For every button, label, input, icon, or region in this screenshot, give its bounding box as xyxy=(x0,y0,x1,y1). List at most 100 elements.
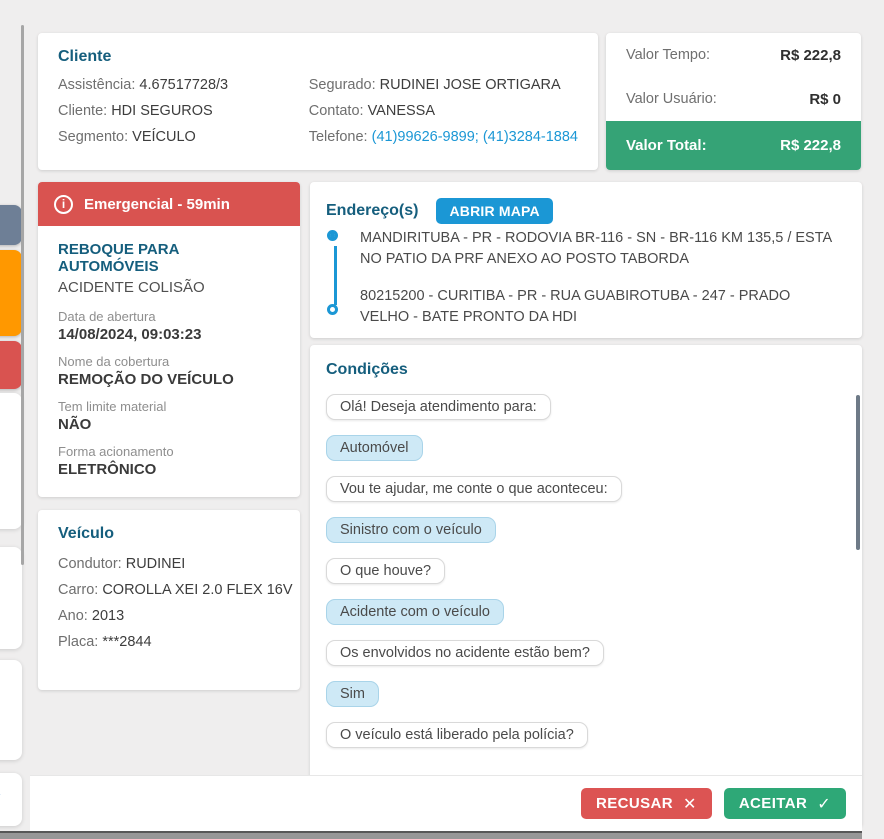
client-card: Cliente Assistência: 4.67517728/3 Client… xyxy=(38,33,598,170)
chat-message-user: Sim xyxy=(326,681,379,707)
urgency-badge-label: Emergencial - 59min xyxy=(84,196,230,213)
detail-value: REMOÇÃO DO VEÍCULO xyxy=(58,371,280,388)
chat-message-user: Automóvel xyxy=(326,435,423,461)
detail-material-limit: Tem limite material NÃO xyxy=(58,399,280,433)
detail-label: Nome da cobertura xyxy=(58,354,280,369)
detail-coverage: Nome da cobertura REMOÇÃO DO VEÍCULO xyxy=(58,354,280,388)
client-fields-right: Segurado: RUDINEI JOSE ORTIGARA Contato:… xyxy=(309,77,578,155)
assistance-field: Assistência: 4.67517728/3 xyxy=(58,77,309,93)
driver-field: Condutor: RUDINEI xyxy=(58,556,280,572)
detail-label: Data de abertura xyxy=(58,309,280,324)
urgency-badge: i Emergencial - 59min xyxy=(38,182,300,226)
field-value: ***2844 xyxy=(102,634,151,650)
field-label: Contato: xyxy=(309,103,364,119)
reject-button[interactable]: RECUSAR ✕ xyxy=(581,788,712,819)
field-label: Telefone: xyxy=(309,129,368,145)
page-scrollbar[interactable] xyxy=(21,25,24,565)
field-value: COROLLA XEI 2.0 FLEX 16V xyxy=(102,582,292,598)
service-name: REBOQUE PARA AUTOMÓVEIS xyxy=(58,241,280,275)
bottom-window-edge xyxy=(0,831,862,839)
accept-button-label: ACEITAR xyxy=(739,795,807,812)
service-card: i Emergencial - 59min REBOQUE PARA AUTOM… xyxy=(38,182,300,497)
field-label: Cliente: xyxy=(58,103,107,119)
billing-row-time: Valor Tempo: R$ 222,8 xyxy=(606,33,861,77)
chat-message-bot: O veículo está liberado pela polícia? xyxy=(326,722,588,748)
address-header: Endereço(s) ABRIR MAPA xyxy=(326,198,846,224)
address-card: Endereço(s) ABRIR MAPA MANDIRITUBA - PR … xyxy=(310,182,862,338)
chat-scrollbar[interactable] xyxy=(856,395,860,550)
vehicle-card-title: Veículo xyxy=(58,525,280,543)
conditions-card: Condições Olá! Deseja atendimento para: … xyxy=(310,345,862,827)
field-value: HDI SEGUROS xyxy=(111,103,213,119)
chat-message-bot: Os envolvidos no acidente estão bem? xyxy=(326,640,604,666)
action-bar: RECUSAR ✕ ACEITAR ✓ xyxy=(30,775,862,831)
info-icon: i xyxy=(54,195,73,214)
check-icon: ✓ xyxy=(817,794,831,814)
service-type: ACIDENTE COLISÃO xyxy=(58,279,280,296)
detail-trigger-form: Forma acionamento ELETRÔNICO xyxy=(58,444,280,478)
chat-message-user: Acidente com o veículo xyxy=(326,599,504,625)
field-value: RUDINEI xyxy=(126,556,186,572)
service-details: REBOQUE PARA AUTOMÓVEIS ACIDENTE COLISÃO… xyxy=(38,226,300,504)
billing-total-row: Valor Total: R$ 222,8 xyxy=(606,121,861,170)
field-label: Ano: xyxy=(58,608,88,624)
field-label: Placa: xyxy=(58,634,98,650)
address-card-title: Endereço(s) xyxy=(326,202,418,220)
chat-message-bot: Vou te ajudar, me conte o que aconteceu: xyxy=(326,476,622,502)
field-label: Segmento: xyxy=(58,129,128,145)
field-label: Segurado: xyxy=(309,77,376,93)
field-label: Assistência: xyxy=(58,77,135,93)
detail-open-date: Data de abertura 14/08/2024, 09:03:23 xyxy=(58,309,280,343)
detail-value: 14/08/2024, 09:03:23 xyxy=(58,326,280,343)
edge-list-card[interactable]: E xyxy=(0,773,22,826)
detail-label: Forma acionamento xyxy=(58,444,280,459)
client-fields-left: Assistência: 4.67517728/3 Cliente: HDI S… xyxy=(58,77,309,155)
contact-field: Contato: VANESSA xyxy=(309,103,578,119)
field-label: Condutor: xyxy=(58,556,122,572)
destination-address: 80215200 - CURITIBA - PR - RUA GUABIROTU… xyxy=(360,286,838,328)
year-field: Ano: 2013 xyxy=(58,608,280,624)
edge-list-chip-slate[interactable] xyxy=(0,205,22,245)
accept-button[interactable]: ACEITAR ✓ xyxy=(724,788,846,819)
destination-marker-icon xyxy=(327,304,338,315)
field-value: VANESSA xyxy=(368,103,435,119)
field-value: RUDINEI JOSE ORTIGARA xyxy=(380,77,561,93)
detail-value: NÃO xyxy=(58,416,280,433)
phone-field: Telefone: (41)99626-9899; (41)3284-1884 xyxy=(309,129,578,145)
billing-total-label: Valor Total: xyxy=(626,137,707,154)
field-value: 4.67517728/3 xyxy=(139,77,228,93)
plate-field: Placa: ***2844 xyxy=(58,634,280,650)
edge-list-card[interactable]: n xyxy=(0,660,22,760)
billing-label: Valor Tempo: xyxy=(626,47,710,63)
detail-value: ELETRÔNICO xyxy=(58,461,280,478)
billing-value: R$ 0 xyxy=(809,91,841,108)
reject-button-label: RECUSAR xyxy=(596,795,673,812)
edge-list-chip-orange[interactable]: n xyxy=(0,250,22,336)
chat-transcript: Olá! Deseja atendimento para: Automóvel … xyxy=(326,394,846,748)
edge-list-chip-red[interactable] xyxy=(0,341,22,389)
edge-list-card[interactable]: n xyxy=(0,547,22,649)
billing-card: Valor Tempo: R$ 222,8 Valor Usuário: R$ … xyxy=(606,33,861,170)
billing-value: R$ 222,8 xyxy=(780,47,841,64)
route-line xyxy=(334,246,337,305)
assistance-detail-page: n n n n E Cliente Assistência: 4.6751772… xyxy=(0,0,884,839)
field-label: Carro: xyxy=(58,582,98,598)
phone-link[interactable]: (41)99626-9899; (41)3284-1884 xyxy=(372,129,578,145)
segment-field: Segmento: VEÍCULO xyxy=(58,129,309,145)
detail-label: Tem limite material xyxy=(58,399,280,414)
conditions-card-title: Condições xyxy=(326,361,846,379)
insured-field: Segurado: RUDINEI JOSE ORTIGARA xyxy=(309,77,578,93)
car-field: Carro: COROLLA XEI 2.0 FLEX 16V xyxy=(58,582,280,598)
close-icon: ✕ xyxy=(683,794,697,814)
origin-address: MANDIRITUBA - PR - RODOVIA BR-116 - SN -… xyxy=(360,228,838,270)
chat-message-bot: O que houve? xyxy=(326,558,445,584)
chat-message-user: Sinistro com o veículo xyxy=(326,517,496,543)
billing-total-value: R$ 222,8 xyxy=(780,137,841,154)
origin-marker-icon xyxy=(327,230,338,241)
edge-list-card[interactable]: n xyxy=(0,393,22,529)
client-fields: Assistência: 4.67517728/3 Cliente: HDI S… xyxy=(58,77,578,155)
open-map-button[interactable]: ABRIR MAPA xyxy=(436,198,552,224)
billing-row-user: Valor Usuário: R$ 0 xyxy=(606,77,861,121)
billing-label: Valor Usuário: xyxy=(626,91,717,107)
edge-card-label: E xyxy=(0,783,1,798)
